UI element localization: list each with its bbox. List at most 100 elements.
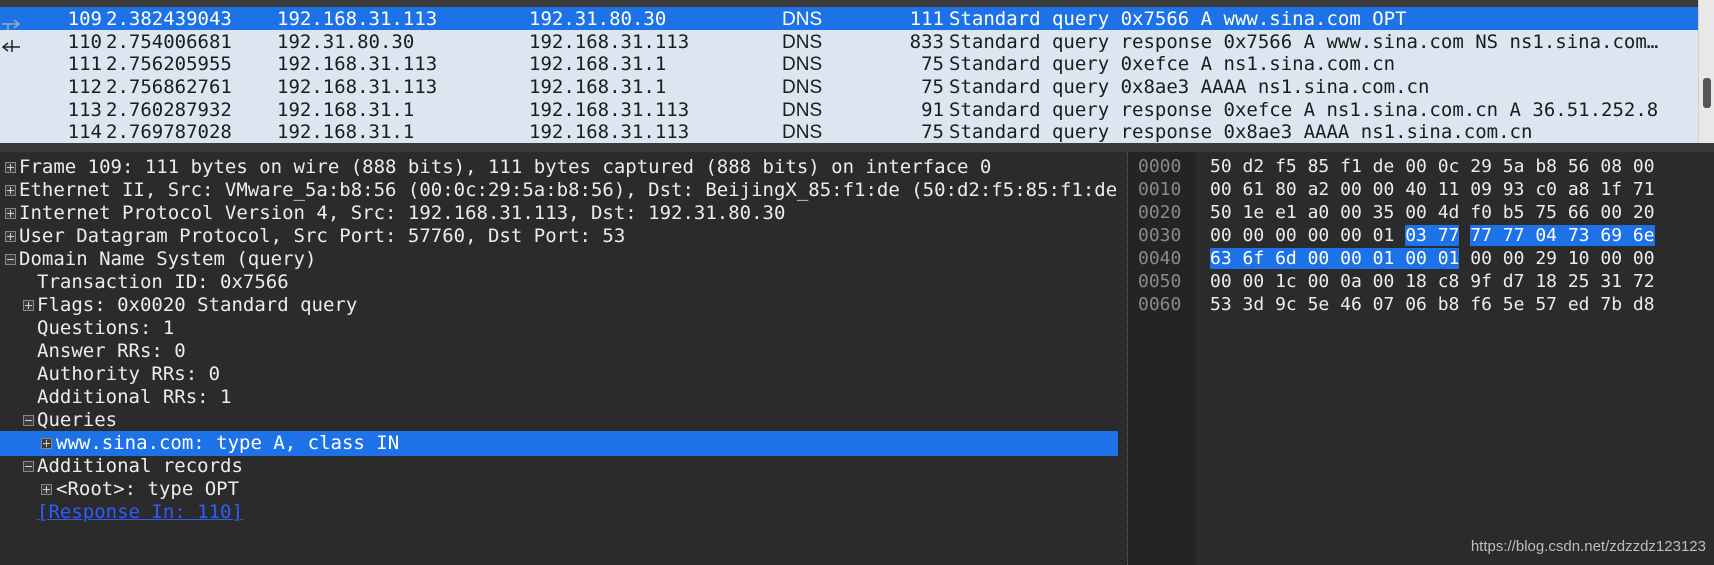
hex-bytes[interactable]: 50 d2 f5 85 f1 de 00 0c 29 5a b8 56 08 0…: [1210, 155, 1655, 178]
hex-byte[interactable]: 03: [1405, 225, 1427, 246]
hex-byte[interactable]: 1e: [1243, 202, 1265, 223]
hex-byte[interactable]: 29: [1535, 248, 1557, 269]
hex-byte[interactable]: 00: [1275, 225, 1297, 246]
detail-tree-item[interactable]: Flags: 0x0020 Standard query: [0, 293, 1118, 318]
hex-byte[interactable]: 72: [1633, 271, 1655, 292]
hex-byte[interactable]: 73: [1567, 225, 1590, 246]
hex-byte[interactable]: 4d: [1438, 202, 1460, 223]
hex-byte[interactable]: c0: [1535, 179, 1557, 200]
hex-byte[interactable]: 11: [1438, 179, 1460, 200]
hex-byte[interactable]: f1: [1340, 156, 1362, 177]
hex-byte[interactable]: 00: [1633, 156, 1655, 177]
hex-byte[interactable]: 00: [1600, 202, 1622, 223]
hex-byte[interactable]: a0: [1308, 202, 1330, 223]
detail-tree-item[interactable]: <Root>: type OPT: [0, 477, 1118, 502]
hex-byte[interactable]: 20: [1633, 202, 1655, 223]
hex-byte[interactable]: 53: [1210, 294, 1232, 315]
hex-byte[interactable]: 29: [1470, 156, 1492, 177]
hex-byte[interactable]: 00: [1633, 248, 1655, 269]
hex-byte[interactable]: 63: [1210, 248, 1232, 269]
hex-byte[interactable]: c8: [1438, 271, 1460, 292]
hex-byte[interactable]: 04: [1535, 225, 1557, 246]
hex-byte[interactable]: 00: [1470, 248, 1492, 269]
expand-icon[interactable]: [41, 438, 52, 449]
hex-byte[interactable]: f0: [1470, 202, 1492, 223]
hex-byte[interactable]: b8: [1535, 156, 1557, 177]
packet-details-tree[interactable]: Frame 109: 111 bytes on wire (888 bits),…: [0, 152, 1122, 565]
hex-byte[interactable]: 9c: [1275, 294, 1297, 315]
hex-byte[interactable]: 35: [1373, 202, 1395, 223]
packet-row[interactable]: 112 2.756862761 192.168.31.113 192.168.31.1…: [0, 75, 1698, 100]
collapse-icon[interactable]: [23, 415, 34, 426]
hex-byte[interactable]: 00: [1405, 156, 1427, 177]
hex-byte[interactable]: 50: [1210, 202, 1232, 223]
collapse-icon[interactable]: [5, 254, 16, 265]
hex-byte[interactable]: d7: [1503, 271, 1525, 292]
detail-tree-item[interactable]: [Response In: 110]: [0, 500, 1118, 525]
hex-byte[interactable]: 00: [1600, 248, 1622, 269]
hex-byte[interactable]: 93: [1503, 179, 1525, 200]
detail-tree-item[interactable]: www.sina.com: type A, class IN: [0, 431, 1118, 456]
hex-byte[interactable]: 66: [1568, 202, 1590, 223]
detail-tree-item[interactable]: Transaction ID: 0x7566: [0, 270, 1118, 295]
packet-row[interactable]: 111 2.756205955 192.168.31.113 192.168.31.1…: [0, 52, 1698, 77]
hex-bytes[interactable]: 53 3d 9c 5e 46 07 06 b8 f6 5e 57 ed 7b d…: [1210, 293, 1655, 316]
hex-byte[interactable]: 77: [1470, 225, 1492, 246]
hex-byte[interactable]: 85: [1308, 156, 1330, 177]
hex-byte[interactable]: 00: [1340, 225, 1362, 246]
hex-byte[interactable]: 18: [1535, 271, 1557, 292]
hex-byte[interactable]: 18: [1405, 271, 1427, 292]
hex-byte[interactable]: 77: [1502, 225, 1525, 246]
packet-row[interactable]: 109 2.382439043 192.168.31.113 192.31.80.30…: [0, 7, 1698, 32]
hex-byte[interactable]: 00: [1210, 271, 1232, 292]
hex-byte[interactable]: 40: [1405, 179, 1427, 200]
detail-tree-item[interactable]: Additional records: [0, 454, 1118, 479]
detail-tree-item[interactable]: Frame 109: 111 bytes on wire (888 bits),…: [0, 155, 1118, 180]
hex-byte[interactable]: 00: [1405, 202, 1427, 223]
expand-icon[interactable]: [5, 231, 16, 242]
hex-byte[interactable]: 6d: [1275, 248, 1297, 269]
detail-tree-item[interactable]: Internet Protocol Version 4, Src: 192.16…: [0, 201, 1118, 226]
hex-byte[interactable]: 09: [1470, 179, 1492, 200]
hex-byte[interactable]: 46: [1340, 294, 1362, 315]
hex-byte[interactable]: 31: [1600, 271, 1622, 292]
detail-tree-item[interactable]: Additional RRs: 1: [0, 385, 1118, 410]
packet-list-scrollbar[interactable]: [1698, 0, 1714, 143]
hex-byte[interactable]: 07: [1373, 294, 1395, 315]
detail-tree-item[interactable]: Questions: 1: [0, 316, 1118, 341]
hex-byte[interactable]: 00: [1373, 179, 1395, 200]
expand-icon[interactable]: [5, 162, 16, 173]
hex-byte[interactable]: ed: [1568, 294, 1590, 315]
hex-byte[interactable]: 5a: [1503, 156, 1525, 177]
hex-bytes[interactable]: 00 61 80 a2 00 00 40 11 09 93 c0 a8 1f 7…: [1210, 178, 1655, 201]
packet-list[interactable]: 109 2.382439043 192.168.31.113 192.31.80.30…: [0, 0, 1714, 143]
hex-byte[interactable]: 69: [1600, 225, 1623, 246]
hex-byte[interactable]: b5: [1503, 202, 1525, 223]
hex-byte[interactable]: 57: [1535, 294, 1557, 315]
hex-byte[interactable]: de: [1373, 156, 1395, 177]
hex-byte[interactable]: 0a: [1340, 271, 1362, 292]
hex-byte[interactable]: 5e: [1503, 294, 1525, 315]
hex-byte[interactable]: 00: [1308, 271, 1330, 292]
hex-byte[interactable]: f5: [1275, 156, 1297, 177]
hex-byte[interactable]: d8: [1633, 294, 1655, 315]
hex-byte[interactable]: 00: [1308, 225, 1330, 246]
hex-byte[interactable]: 00: [1243, 225, 1265, 246]
hex-byte[interactable]: e1: [1275, 202, 1297, 223]
hex-byte[interactable]: 6e: [1632, 225, 1655, 246]
expand-icon[interactable]: [23, 300, 34, 311]
expand-icon[interactable]: [5, 208, 16, 219]
hex-byte[interactable]: 1c: [1275, 271, 1297, 292]
hex-byte[interactable]: a2: [1308, 179, 1330, 200]
hex-byte[interactable]: 0c: [1438, 156, 1460, 177]
hex-byte[interactable]: 00: [1405, 248, 1427, 269]
hex-bytes[interactable]: 63 6f 6d 00 00 01 00 01 00 00 29 10 00 0…: [1210, 247, 1655, 270]
hex-byte[interactable]: 77: [1437, 225, 1460, 246]
hex-byte[interactable]: 50: [1210, 156, 1232, 177]
hex-byte[interactable]: 25: [1568, 271, 1590, 292]
hex-byte[interactable]: 01: [1437, 248, 1460, 269]
hex-byte[interactable]: 00: [1503, 248, 1525, 269]
hex-byte[interactable]: b8: [1438, 294, 1460, 315]
hex-byte[interactable]: 00: [1373, 271, 1395, 292]
hex-byte[interactable]: 1f: [1600, 179, 1622, 200]
